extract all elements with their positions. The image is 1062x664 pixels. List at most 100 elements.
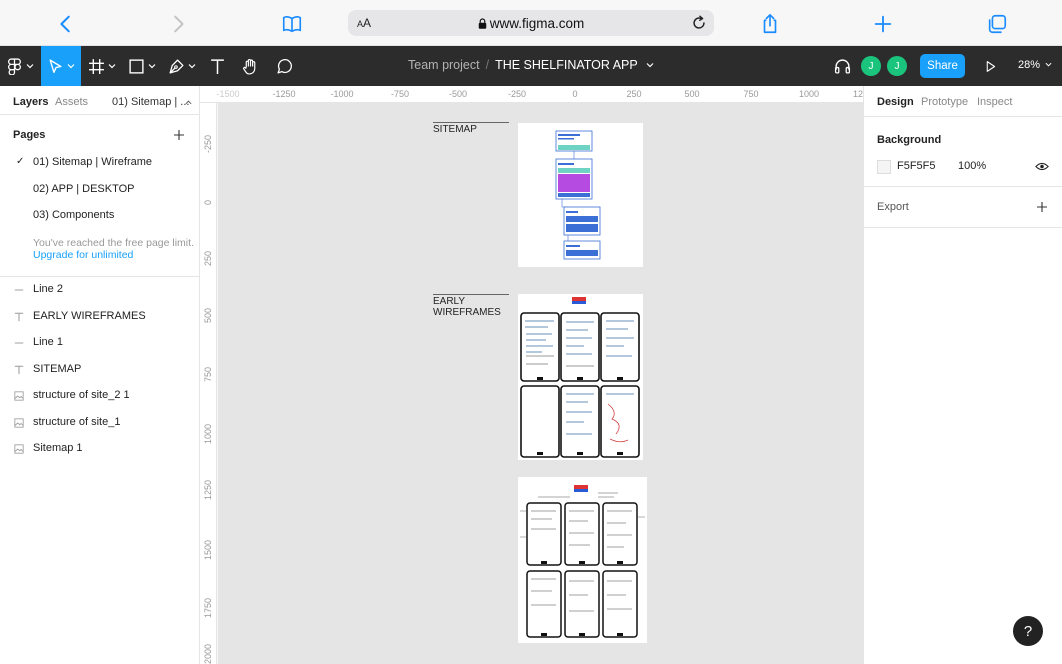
export-heading: Export: [877, 201, 909, 213]
figma-logo-icon: [8, 57, 21, 75]
zoom-control[interactable]: 28%: [1018, 59, 1052, 71]
address-bar[interactable]: AA www.figma.com: [348, 10, 714, 36]
headphones-icon: [834, 58, 850, 74]
move-tool-button[interactable]: [41, 46, 81, 86]
ruler-tick: 1000: [798, 89, 820, 99]
structure-of-site-2-image[interactable]: [518, 477, 647, 643]
layer-label: EARLY WIREFRAMES: [33, 310, 146, 322]
layer-label: structure of site_2 1: [33, 389, 130, 401]
hand-tool-button[interactable]: [236, 46, 264, 86]
main-menu-button[interactable]: [0, 46, 40, 86]
text-tool-button[interactable]: [204, 46, 230, 86]
line-1[interactable]: [433, 122, 509, 123]
layer-item[interactable]: SITEMAP: [0, 357, 200, 383]
eye-icon[interactable]: [1035, 161, 1049, 172]
tab-design[interactable]: Design: [877, 96, 914, 108]
divider: [0, 114, 200, 115]
check-icon: ✓: [16, 156, 25, 167]
layer-label: Sitemap 1: [33, 442, 83, 454]
layer-item[interactable]: EARLY WIREFRAMES: [0, 304, 200, 330]
url-text: www.figma.com: [348, 16, 714, 31]
play-icon: [986, 60, 995, 72]
chevron-down-icon: [148, 64, 156, 69]
chevron-down-icon[interactable]: [646, 61, 654, 69]
divider: [864, 186, 1062, 187]
sitemap-image[interactable]: [518, 123, 643, 267]
layer-label: SITEMAP: [33, 363, 82, 375]
ruler-tick: 1500: [203, 539, 213, 560]
forward-icon[interactable]: [166, 12, 190, 36]
early-wireframes-label[interactable]: EARLY WIREFRAMES: [433, 296, 501, 318]
tab-layers[interactable]: Layers: [13, 96, 48, 108]
chevron-up-icon[interactable]: [185, 99, 192, 106]
chevron-down-icon: [26, 64, 34, 69]
page-limit-text: You've reached the free page limit.: [33, 237, 194, 249]
chevron-down-icon: [67, 64, 75, 69]
page-item-sitemap[interactable]: 01) Sitemap | Wireframe: [33, 156, 152, 168]
page-item-app-desktop[interactable]: 02) APP | DESKTOP: [33, 183, 135, 195]
help-button[interactable]: ?: [1013, 616, 1043, 646]
ruler-tick: 750: [203, 366, 213, 382]
share-button[interactable]: Share: [920, 54, 965, 78]
ruler-tick: 1000: [203, 423, 213, 444]
tab-assets[interactable]: Assets: [55, 96, 88, 108]
layer-item[interactable]: Sitemap 1: [0, 436, 200, 462]
frame-tool-button[interactable]: [82, 46, 122, 86]
back-icon[interactable]: [54, 12, 78, 36]
avatar[interactable]: J: [861, 56, 881, 76]
ruler-tick: -250: [507, 89, 527, 99]
add-page-icon[interactable]: [173, 129, 185, 141]
reload-icon[interactable]: [690, 14, 708, 32]
ruler-tick: -500: [448, 89, 468, 99]
bookmarks-icon[interactable]: [280, 12, 304, 36]
layer-item[interactable]: Line 2: [0, 277, 200, 303]
layer-item[interactable]: structure of site_1: [0, 410, 200, 436]
ruler-tick: -1250: [272, 89, 296, 99]
shape-tool-button[interactable]: [122, 46, 162, 86]
layer-item[interactable]: Line 1: [0, 330, 200, 356]
ruler-tick: -250: [203, 134, 213, 153]
tab-prototype[interactable]: Prototype: [921, 96, 968, 108]
ruler-tick: 500: [684, 89, 700, 99]
pages-heading: Pages: [13, 129, 46, 141]
line-icon: [13, 284, 25, 296]
background-heading: Background: [877, 134, 942, 146]
hand-icon: [242, 58, 255, 75]
sitemap-diagram-thumbnail: [555, 130, 601, 260]
tab-inspect[interactable]: Inspect: [977, 96, 1012, 108]
add-export-icon[interactable]: [1036, 201, 1048, 213]
avatar[interactable]: J: [887, 56, 907, 76]
ruler-tick: 250: [203, 250, 213, 266]
structure-of-site-1-image[interactable]: [518, 294, 643, 460]
upgrade-link[interactable]: Upgrade for unlimited: [33, 249, 133, 261]
lock-icon: [478, 18, 486, 29]
design-canvas[interactable]: SITEMAP EARLY WIREFRAMES: [218, 103, 863, 664]
wireframe-sketches-thumbnail: [520, 297, 640, 458]
ruler-tick: -1000: [330, 89, 354, 99]
current-page-selector[interactable]: 01) Sitemap | ...: [112, 96, 189, 108]
layer-label: Line 1: [33, 336, 63, 348]
share-sheet-icon[interactable]: [758, 12, 782, 36]
line-2[interactable]: [433, 294, 509, 295]
line-icon: [13, 337, 25, 349]
comment-tool-button[interactable]: [270, 46, 298, 86]
ruler-tick: 1750: [203, 597, 213, 618]
pen-tool-button[interactable]: [162, 46, 202, 86]
layers-panel: Layers Assets 01) Sitemap | ... Pages ✓ …: [0, 86, 200, 664]
horizontal-ruler: -1500 -1250 -1000 -750 -500 -250 0 250 5…: [200, 86, 873, 103]
frame-icon: [89, 58, 104, 74]
audio-chat-button[interactable]: [832, 46, 852, 86]
project-name[interactable]: THE SHELFINATOR APP: [495, 58, 637, 72]
background-hex-input[interactable]: F5F5F5: [897, 160, 936, 172]
sitemap-label[interactable]: SITEMAP: [433, 124, 477, 135]
present-button[interactable]: [980, 46, 1000, 86]
background-color-swatch[interactable]: [877, 160, 891, 174]
background-opacity-input[interactable]: 100%: [958, 160, 986, 172]
page-item-components[interactable]: 03) Components: [33, 209, 114, 221]
layer-item[interactable]: structure of site_2 1: [0, 383, 200, 409]
breadcrumb-team[interactable]: Team project: [408, 58, 480, 72]
cursor-icon: [49, 58, 62, 73]
tabs-overview-icon[interactable]: [985, 12, 1009, 36]
new-tab-icon[interactable]: [871, 12, 895, 36]
browser-toolbar: AA www.figma.com: [0, 0, 1062, 46]
